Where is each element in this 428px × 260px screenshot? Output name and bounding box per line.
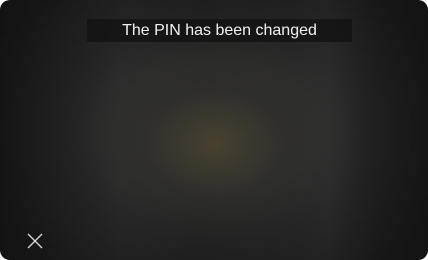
notification-message: The PIN has been changed <box>122 22 317 39</box>
close-button[interactable] <box>23 229 47 253</box>
camera-view-screen: The PIN has been changed <box>0 0 428 260</box>
close-icon <box>27 233 43 249</box>
pin-changed-notification: The PIN has been changed <box>87 19 352 42</box>
